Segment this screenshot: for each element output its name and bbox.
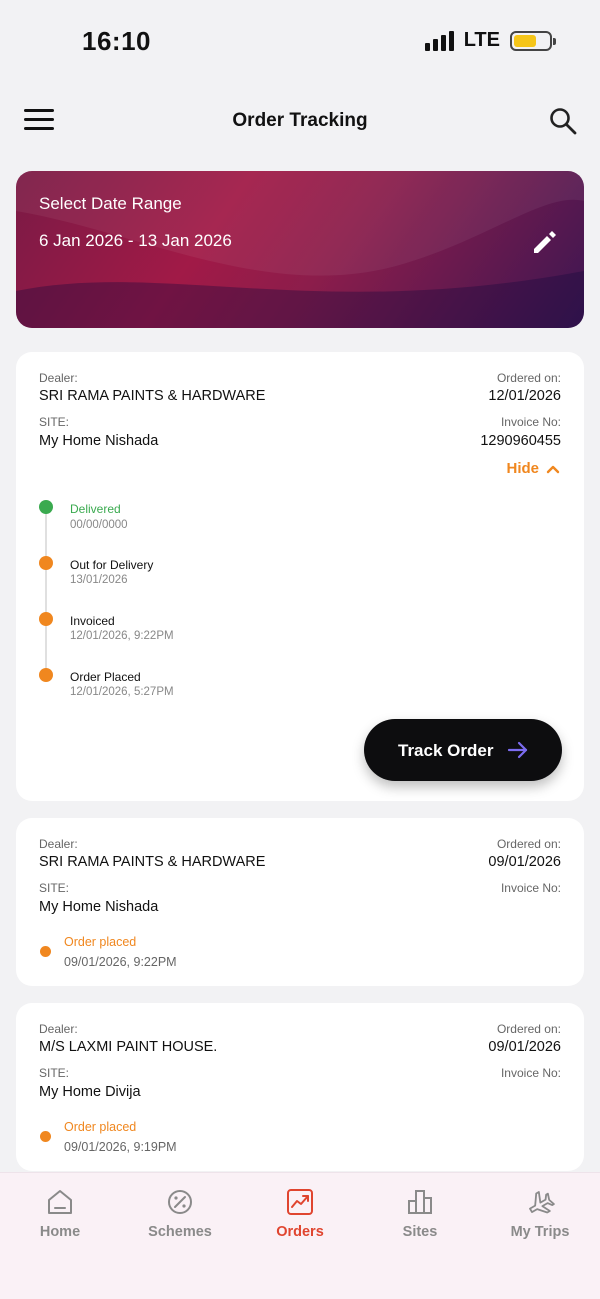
ordered-on-label: Ordered on: [496, 837, 561, 851]
timeline-dot-delivered [39, 500, 53, 514]
order-status-date: 09/01/2026, 9:22PM [64, 955, 177, 969]
timeline-dot [39, 556, 53, 570]
nav-item-sites[interactable]: Sites [360, 1187, 480, 1240]
nav-item-my-trips[interactable]: My Trips [480, 1187, 600, 1240]
track-order-label: Track Order [398, 741, 494, 760]
ordered-on-date: 12/01/2026 [488, 388, 561, 404]
order-status-date: 09/01/2026, 9:19PM [64, 1140, 177, 1154]
date-range-value: 6 Jan 2026 - 13 Jan 2026 [39, 231, 232, 250]
ordered-on-label: Ordered on: [496, 1022, 561, 1036]
ordered-on-date: 09/01/2026 [488, 854, 561, 870]
dealer-label: Dealer: [39, 837, 78, 851]
app-header: Order Tracking [0, 92, 600, 152]
page-title: Order Tracking [232, 110, 368, 131]
timeline-title: Out for Delivery [70, 558, 154, 572]
site-label: SITE: [39, 1066, 70, 1080]
date-range-label: Select Date Range [39, 194, 182, 213]
ordered-on-date: 09/01/2026 [488, 1039, 561, 1055]
order-status: Order placed [64, 935, 137, 949]
nav-item-home[interactable]: Home [0, 1187, 120, 1240]
edit-pencil-icon[interactable] [530, 227, 560, 257]
signal-icon [424, 30, 454, 51]
nav-label: Sites [402, 1224, 438, 1240]
timeline-date: 00/00/0000 [70, 519, 128, 531]
nav-label: My Trips [510, 1224, 570, 1240]
track-order-button[interactable]: Track Order [364, 719, 562, 781]
status-time: 16:10 [82, 26, 151, 56]
sites-icon [408, 1190, 432, 1214]
invoice-label: Invoice No: [500, 415, 561, 429]
timeline-dot [39, 612, 53, 626]
schemes-icon [168, 1190, 192, 1214]
home-icon [48, 1190, 72, 1214]
order-card[interactable]: Dealer: M/S LAXMI PAINT HOUSE. SITE: My … [16, 1003, 584, 1171]
order-status: Order placed [64, 1120, 137, 1134]
invoice-label: Invoice No: [500, 1066, 561, 1080]
status-dot [40, 1131, 51, 1142]
date-range-card[interactable]: Select Date Range 6 Jan 2026 - 13 Jan 20… [16, 171, 584, 328]
invoice-number: 1290960455 [480, 433, 561, 449]
site-name: My Home Nishada [39, 433, 159, 449]
site-name: My Home Nishada [39, 899, 159, 915]
nav-label: Home [39, 1224, 81, 1240]
order-card: Dealer: SRI RAMA PAINTS & HARDWARE SITE:… [16, 352, 584, 801]
bottom-nav: Home Schemes Orders Sites My Trips [0, 1172, 600, 1299]
timeline-date: 13/01/2026 [70, 574, 128, 586]
order-card[interactable]: Dealer: SRI RAMA PAINTS & HARDWARE SITE:… [16, 818, 584, 986]
timeline-title: Order Placed [70, 670, 141, 684]
nav-item-orders[interactable]: Orders [240, 1187, 360, 1240]
battery-icon [510, 30, 556, 51]
nav-item-schemes[interactable]: Schemes [120, 1187, 240, 1240]
timeline-date: 12/01/2026, 9:22PM [70, 630, 174, 642]
ordered-on-label: Ordered on: [496, 371, 561, 385]
dealer-name: M/S LAXMI PAINT HOUSE. [39, 1039, 218, 1055]
dealer-name: SRI RAMA PAINTS & HARDWARE [39, 854, 266, 870]
dealer-label: Dealer: [39, 371, 78, 385]
timeline-dot [39, 668, 53, 682]
invoice-label: Invoice No: [500, 881, 561, 895]
hide-toggle[interactable]: Hide [506, 460, 560, 477]
status-indicators: LTE [424, 29, 556, 52]
orders-icon [287, 1189, 313, 1215]
nav-label: Schemes [148, 1224, 212, 1240]
dealer-name: SRI RAMA PAINTS & HARDWARE [39, 388, 266, 404]
nav-label: Orders [276, 1224, 324, 1240]
dealer-label: Dealer: [39, 1022, 78, 1036]
timeline-title: Delivered [70, 502, 121, 516]
timeline-title: Invoiced [70, 614, 115, 628]
plane-icon [529, 1191, 555, 1214]
arrow-right-icon [507, 741, 528, 759]
site-label: SITE: [39, 415, 70, 429]
search-icon[interactable] [548, 106, 578, 136]
site-label: SITE: [39, 881, 70, 895]
timeline-line [45, 507, 47, 675]
timeline-date: 12/01/2026, 5:27PM [70, 686, 174, 698]
hide-label: Hide [506, 460, 539, 477]
site-name: My Home Divija [39, 1084, 141, 1100]
status-bar: 16:10 LTE [0, 0, 600, 80]
network-label: LTE [463, 29, 500, 51]
status-dot [40, 946, 51, 957]
chevron-up-icon [546, 465, 560, 473]
